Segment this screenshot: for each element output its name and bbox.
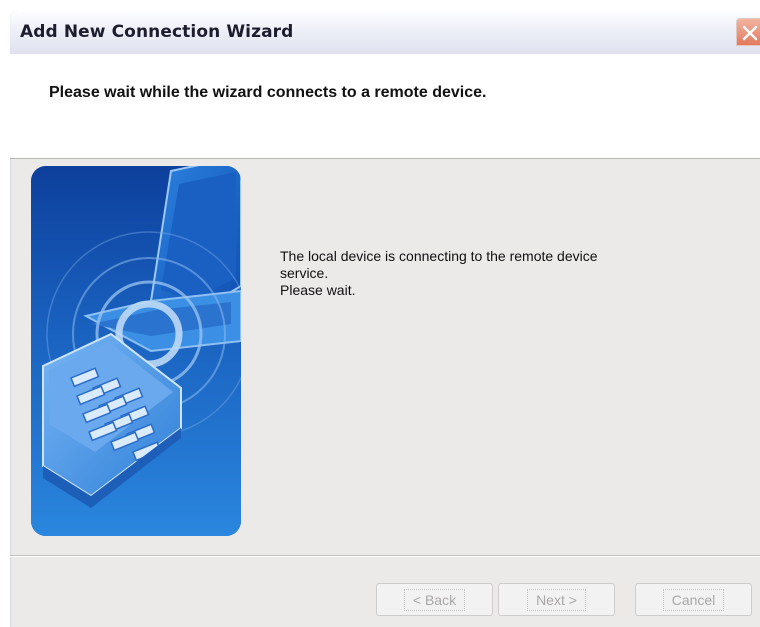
next-button-label: Next > bbox=[527, 588, 586, 611]
status-message: The local device is connecting to the re… bbox=[280, 248, 710, 299]
cancel-button[interactable]: Cancel bbox=[635, 583, 752, 616]
title-bar[interactable]: Add New Connection Wizard bbox=[10, 10, 760, 54]
status-line-1: The local device is connecting to the re… bbox=[280, 248, 598, 264]
bluetooth-phone-laptop-illustration bbox=[31, 166, 241, 536]
status-line-2: service. bbox=[280, 265, 329, 281]
back-button-label: < Back bbox=[403, 588, 466, 611]
header-heading: Please wait while the wizard connects to… bbox=[49, 84, 487, 101]
next-button[interactable]: Next > bbox=[498, 583, 615, 616]
footer-divider bbox=[10, 555, 760, 557]
wizard-window: Add New Connection Wizard Please wait wh… bbox=[10, 10, 760, 627]
wizard-header: Please wait while the wizard connects to… bbox=[10, 54, 760, 159]
status-line-3: Please wait. bbox=[280, 282, 356, 298]
close-icon bbox=[742, 25, 758, 41]
cancel-button-label: Cancel bbox=[662, 588, 725, 611]
back-button[interactable]: < Back bbox=[376, 583, 493, 616]
window-title: Add New Connection Wizard bbox=[20, 22, 294, 42]
connection-illustration bbox=[31, 166, 241, 536]
close-button[interactable] bbox=[736, 18, 760, 46]
